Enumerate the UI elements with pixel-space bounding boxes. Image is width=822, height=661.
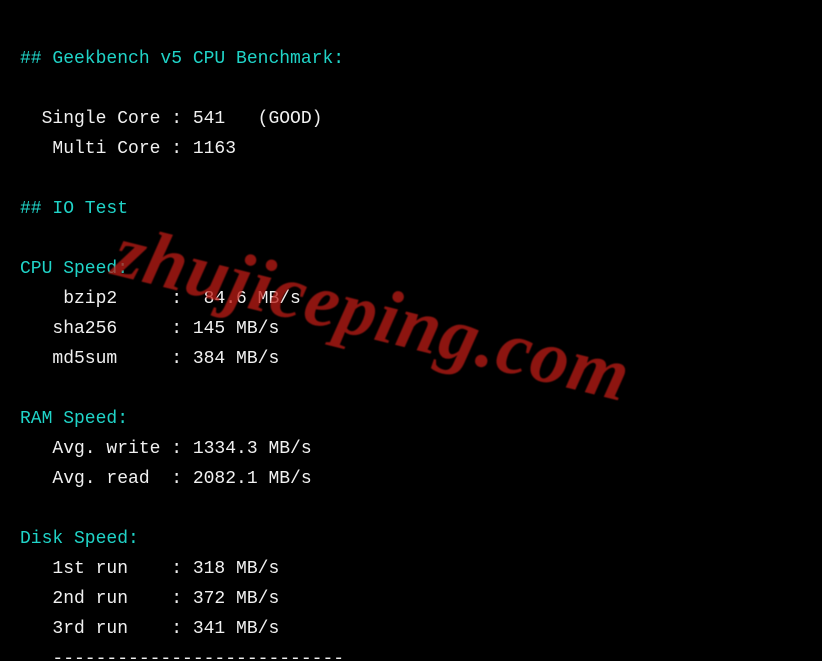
disk-run3-value: 341 MB/s: [193, 619, 279, 639]
io-test-header: ## IO Test: [20, 199, 128, 219]
disk-run1-label: 1st run :: [20, 559, 193, 579]
terminal-output: ## Geekbench v5 CPU Benchmark: Single Co…: [0, 0, 822, 661]
single-core-label: Single Core :: [20, 109, 193, 129]
cpu-bzip2-label: bzip2 :: [20, 289, 204, 309]
disk-divider: ---------------------------: [20, 649, 344, 661]
disk-run2-value: 372 MB/s: [193, 589, 279, 609]
single-core-value: 541 (GOOD): [193, 109, 323, 129]
cpu-bzip2-value: 84.6 MB/s: [204, 289, 301, 309]
ram-write-value: 1334.3 MB/s: [193, 439, 312, 459]
disk-run3-label: 3rd run :: [20, 619, 193, 639]
cpu-md5sum-label: md5sum :: [20, 349, 193, 369]
cpu-md5sum-value: 384 MB/s: [193, 349, 279, 369]
multi-core-label: Multi Core :: [20, 139, 193, 159]
cpu-sha256-label: sha256 :: [20, 319, 193, 339]
geekbench-header: ## Geekbench v5 CPU Benchmark:: [20, 49, 344, 69]
cpu-speed-header: CPU Speed:: [20, 259, 128, 279]
disk-speed-header: Disk Speed:: [20, 529, 139, 549]
disk-run2-label: 2nd run :: [20, 589, 193, 609]
multi-core-value: 1163: [193, 139, 236, 159]
cpu-sha256-value: 145 MB/s: [193, 319, 279, 339]
ram-speed-header: RAM Speed:: [20, 409, 128, 429]
ram-write-label: Avg. write :: [20, 439, 193, 459]
ram-read-label: Avg. read :: [20, 469, 193, 489]
disk-run1-value: 318 MB/s: [193, 559, 279, 579]
ram-read-value: 2082.1 MB/s: [193, 469, 312, 489]
